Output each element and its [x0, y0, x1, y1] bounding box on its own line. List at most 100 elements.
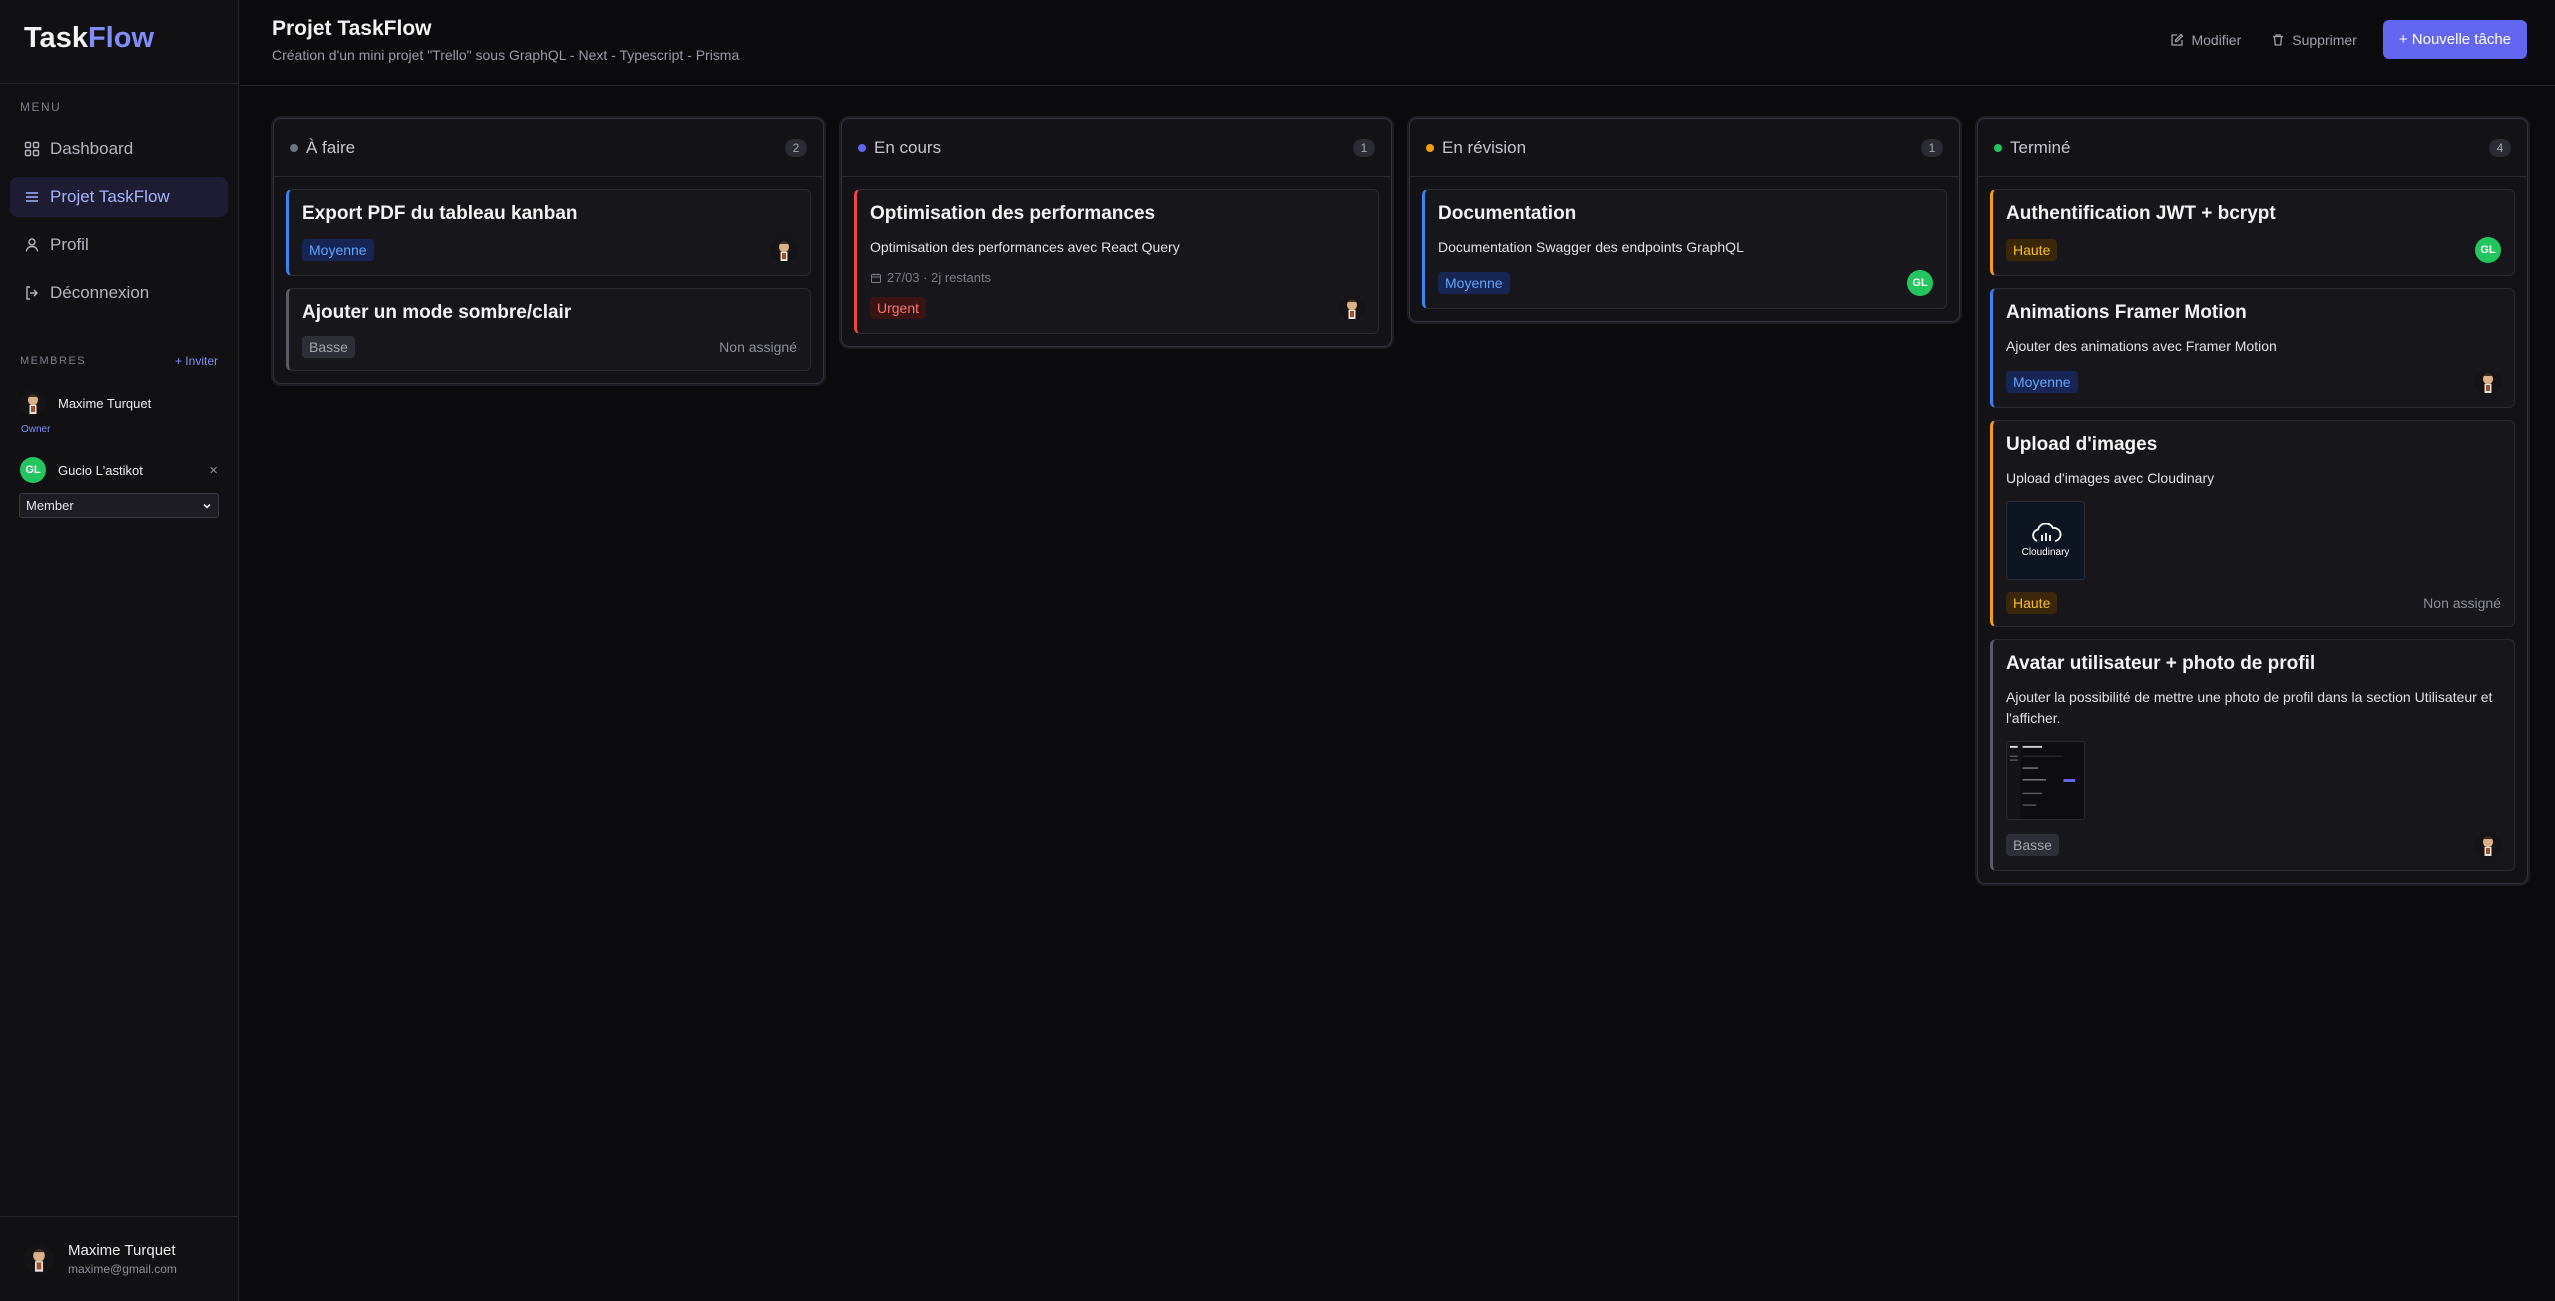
- task-footer: Haute GL: [2006, 237, 2501, 263]
- header-actions: Modifier Supprimer + Nouvelle tâche: [2170, 20, 2527, 59]
- delete-label: Supprimer: [2292, 31, 2357, 48]
- trash-icon: [2273, 33, 2284, 46]
- task-footer: Moyenne: [302, 237, 797, 263]
- task-title: Upload d'images: [2006, 434, 2158, 455]
- task-description: Upload d'images avec Cloudinary: [2006, 470, 2215, 486]
- grid-icon: [24, 141, 40, 157]
- card-list: Documentation Documentation Swagger des …: [1410, 177, 1959, 321]
- list-icon: [26, 192, 38, 202]
- task-footer: Basse Non assigné: [302, 336, 797, 358]
- priority-badge: Basse: [2006, 834, 2059, 856]
- priority-badge: Basse: [302, 336, 355, 358]
- task-image-thumbnail[interactable]: Cloudinary: [2006, 501, 2085, 580]
- assignee-avatar: [771, 237, 797, 263]
- member-row: GL Gucio L'astikot ×: [20, 457, 218, 483]
- status-dot-icon: [1426, 143, 1434, 152]
- profile-photo-icon: [20, 390, 46, 416]
- assignee-avatar: [2475, 369, 2501, 395]
- menu-section-label: MENU: [20, 100, 62, 114]
- task-description: Documentation Swagger des endpoints Grap…: [1438, 239, 1744, 255]
- priority-badge: Haute: [2006, 239, 2058, 261]
- remove-member-icon[interactable]: ×: [209, 462, 218, 479]
- profile-photo-icon: [771, 237, 797, 263]
- status-dot-icon: [290, 143, 298, 152]
- task-title: Avatar utilisateur + photo de profil: [2006, 653, 2316, 674]
- role-select-value: Member: [26, 498, 74, 513]
- task-description: Optimisation des performances avec React…: [870, 239, 1180, 255]
- member-name: Maxime Turquet: [58, 395, 152, 411]
- current-user-name: Maxime Turquet: [68, 1242, 176, 1259]
- assignee-label: Non assigné: [719, 339, 797, 355]
- status-dot-icon: [858, 143, 866, 152]
- nav-item-profil[interactable]: Profil: [10, 225, 228, 265]
- task-description: Ajouter des animations avec Framer Motio…: [2006, 338, 2277, 354]
- assignee-avatar: GL: [2475, 237, 2501, 263]
- edit-project-button[interactable]: Modifier: [2170, 32, 2241, 48]
- nav-item-label: Dashboard: [50, 139, 134, 158]
- logout-icon: [26, 286, 38, 300]
- profile-photo-icon: [2475, 369, 2501, 395]
- priority-badge: Moyenne: [2006, 371, 2078, 393]
- column-count-badge: 1: [1353, 139, 1375, 157]
- column-done: Terminé 4 Authentification JWT + bcrypt …: [1977, 118, 2528, 884]
- task-card[interactable]: Ajouter un mode sombre/clair Basse Non a…: [286, 288, 811, 371]
- task-image-thumbnail[interactable]: [2006, 741, 2085, 820]
- avatar: [24, 1244, 54, 1274]
- member-row: Maxime Turquet: [20, 390, 218, 416]
- task-footer: Haute Non assigné: [2006, 592, 2501, 614]
- nav-item-dashboard[interactable]: Dashboard: [10, 129, 228, 169]
- nav-item-deconnexion[interactable]: Déconnexion: [10, 273, 228, 313]
- task-description: Ajouter la possibilité de mettre une pho…: [2006, 689, 2493, 726]
- column-count-badge: 2: [785, 139, 807, 157]
- task-title: Animations Framer Motion: [2006, 302, 2247, 323]
- current-user[interactable]: Maxime Turquet maxime@gmail.com: [0, 1216, 238, 1301]
- current-user-email: maxime@gmail.com: [68, 1262, 177, 1276]
- assignee-avatar: [2475, 832, 2501, 858]
- task-title: Ajouter un mode sombre/clair: [302, 302, 572, 323]
- assignee-label: Non assigné: [2423, 595, 2501, 611]
- task-card[interactable]: Export PDF du tableau kanban Moyenne: [286, 189, 811, 276]
- column-title: Terminé: [2010, 137, 2071, 157]
- nav-item-projet-taskflow[interactable]: Projet TaskFlow: [10, 177, 228, 217]
- avatar: [20, 390, 46, 416]
- nav-item-label: Projet TaskFlow: [50, 187, 170, 206]
- task-card[interactable]: Optimisation des performances Optimisati…: [854, 189, 1379, 334]
- invite-button[interactable]: + Inviter: [175, 354, 218, 368]
- priority-badge: Moyenne: [302, 239, 374, 261]
- calendar-icon: [871, 273, 881, 283]
- new-task-button[interactable]: + Nouvelle tâche: [2382, 20, 2527, 59]
- task-card[interactable]: Upload d'images Upload d'images avec Clo…: [1990, 420, 2515, 627]
- column-header: À faire 2: [274, 119, 823, 177]
- task-title: Documentation: [1438, 203, 1577, 224]
- card-list: Optimisation des performances Optimisati…: [842, 177, 1391, 346]
- members-section-label: MEMBRES: [20, 355, 87, 367]
- task-title: Export PDF du tableau kanban: [302, 203, 578, 224]
- task-due-date: 27/03 · 2j restants: [870, 270, 1365, 285]
- project-header: Projet TaskFlow Création d'un mini proje…: [240, 0, 2555, 86]
- column-todo: À faire 2 Export PDF du tableau kanban M…: [273, 118, 824, 384]
- priority-badge: Haute: [2006, 592, 2058, 614]
- edit-label: Modifier: [2191, 31, 2242, 48]
- task-card[interactable]: Documentation Documentation Swagger des …: [1422, 189, 1947, 309]
- column-count-badge: 1: [1921, 139, 1943, 157]
- status-dot-icon: [1994, 143, 2002, 152]
- due-text: 27/03 · 2j restants: [887, 270, 992, 285]
- priority-badge: Urgent: [870, 297, 927, 319]
- delete-project-button[interactable]: Supprimer: [2271, 32, 2357, 48]
- task-footer: Urgent: [870, 295, 1365, 321]
- edit-icon: [2171, 33, 2184, 46]
- user-icon: [25, 238, 39, 252]
- page-subtitle: Création d'un mini projet "Trello" sous …: [272, 47, 740, 63]
- column-title: En révision: [1442, 137, 1527, 157]
- task-card[interactable]: Animations Framer Motion Ajouter des ani…: [1990, 288, 2515, 408]
- page-title: Projet TaskFlow: [272, 17, 432, 40]
- member-name: Gucio L'astikot: [58, 462, 143, 478]
- assignee-avatar: GL: [1907, 270, 1933, 296]
- task-card[interactable]: Authentification JWT + bcrypt Haute GL: [1990, 189, 2515, 276]
- member-role-select[interactable]: Member: [19, 493, 219, 518]
- members-header: MEMBRES + Inviter: [20, 354, 218, 368]
- column-header: En révision 1: [1410, 119, 1959, 177]
- column-header: En cours 1: [842, 119, 1391, 177]
- profile-photo-icon: [1339, 295, 1365, 321]
- task-card[interactable]: Avatar utilisateur + photo de profil Ajo…: [1990, 639, 2515, 871]
